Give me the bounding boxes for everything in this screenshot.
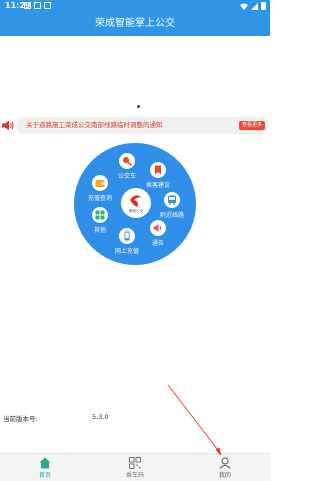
menu-label-recharge-query: 充值查询 xyxy=(87,195,112,202)
notification-icons xyxy=(24,2,51,9)
logo-text: 荣成公交 xyxy=(129,208,144,213)
menu-icon-online-recharge xyxy=(119,228,135,244)
menu-label-suggestion: 乘客建议 xyxy=(145,182,170,189)
menu-item-recharge-query[interactable]: 充值查询 xyxy=(80,175,120,202)
user-icon xyxy=(219,457,231,469)
tab-mine-label: 我的 xyxy=(218,472,231,479)
grid-icon xyxy=(95,210,105,220)
tab-mine[interactable]: 我的 xyxy=(195,454,255,481)
notice-banner[interactable]: 关于道路施工荣成公交南部线路临时调整的通知 查看更多 xyxy=(2,117,268,134)
center-logo: 荣成公交 xyxy=(121,188,151,218)
menu-icon-recharge-query xyxy=(92,175,108,191)
menu-icon-nearby-lines xyxy=(164,192,180,208)
bottom-tab-bar: 首页 乘车码 我的 xyxy=(0,453,270,481)
app-title-bar: 荣成智能掌上公交 xyxy=(0,12,270,36)
image-notification-icon xyxy=(34,2,41,9)
version-label: 当前版本号: xyxy=(3,415,38,423)
menu-label-nearby-lines: 附近线路 xyxy=(159,212,184,219)
settings-notification-icon xyxy=(24,2,31,9)
signal-icon xyxy=(251,2,258,10)
menu-item-nearby-lines[interactable]: 附近线路 xyxy=(152,192,192,219)
menu-item-suggestion[interactable]: 乘客建议 xyxy=(138,162,178,189)
status-right xyxy=(240,2,266,10)
speaker-icon xyxy=(2,120,14,131)
bus-company-logo-icon: 荣成公交 xyxy=(129,195,144,213)
battery-icon xyxy=(261,2,266,10)
menu-icon-suggestion xyxy=(150,162,166,178)
bookmark-icon xyxy=(155,165,161,175)
bus-icon xyxy=(168,195,176,205)
menu-label-online-recharge: 网上充值 xyxy=(114,248,139,255)
page-title: 荣成智能掌上公交 xyxy=(95,18,175,29)
menu-item-online-recharge[interactable]: 网上充值 xyxy=(107,228,147,255)
home-icon xyxy=(39,457,51,469)
status-bar: 11:29 xyxy=(0,0,270,12)
sim-notification-icon xyxy=(44,2,51,9)
search-icon xyxy=(123,157,132,166)
tab-ride-code-label: 乘车码 xyxy=(125,472,144,479)
notice-text[interactable]: 关于道路施工荣成公交南部线路临时调整的通知 xyxy=(26,117,163,134)
speaker-icon xyxy=(153,224,162,232)
menu-icon-bus xyxy=(119,153,135,169)
loading-dot xyxy=(137,105,140,108)
version-info: 当前版本号: 5.3.0 xyxy=(0,411,270,423)
notice-more-button[interactable]: 查看更多 xyxy=(238,121,265,130)
tab-home[interactable]: 首页 xyxy=(15,454,75,481)
wallet-icon xyxy=(95,180,105,187)
wifi-icon xyxy=(240,3,248,10)
qr-code-icon xyxy=(129,457,141,469)
menu-icon-other xyxy=(92,207,108,223)
tab-home-label: 首页 xyxy=(38,472,51,479)
phone-icon xyxy=(124,231,130,241)
tab-ride-code[interactable]: 乘车码 xyxy=(105,454,165,481)
menu-icon-announcement xyxy=(150,220,166,236)
version-value: 5.3.0 xyxy=(92,413,109,421)
